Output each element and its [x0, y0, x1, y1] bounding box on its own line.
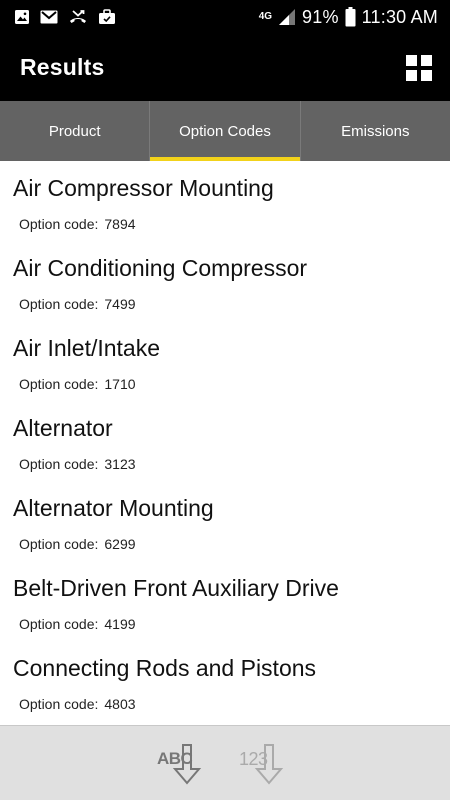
missed-call-icon	[68, 9, 88, 25]
sort-numeric-button[interactable]: 123	[239, 739, 293, 787]
list-item[interactable]: Alternator Mounting Option code: 6299	[0, 481, 450, 561]
app-bar: Results	[0, 34, 450, 101]
item-code-row: Option code: 1710	[19, 376, 136, 392]
sort-numeric-label: 123	[239, 749, 268, 769]
item-code-row: Option code: 7894	[19, 216, 136, 232]
item-title: Alternator Mounting	[13, 495, 214, 521]
list-item[interactable]: Air Conditioning Compressor Option code:…	[0, 241, 450, 321]
item-title: Belt-Driven Front Auxiliary Drive	[13, 575, 339, 601]
tab-label: Product	[48, 122, 101, 140]
signal-icon	[278, 8, 296, 26]
sort-alphabetical-button[interactable]: ABC	[157, 739, 211, 787]
item-title: Air Inlet/Intake	[13, 335, 161, 361]
item-code-value: 3123	[104, 456, 136, 472]
tab-bar: Product Option Codes Emissions	[0, 101, 450, 161]
item-code-value: 4803	[104, 696, 136, 712]
gmail-icon	[40, 10, 58, 24]
grid-view-icon	[406, 54, 432, 81]
notification-icons	[14, 9, 116, 25]
item-code-value: 7499	[104, 296, 136, 312]
tab-emissions[interactable]: Emissions	[299, 101, 450, 161]
network-4g-icon: 4G	[258, 11, 273, 22]
system-status: 4G 91% 11:30 AM	[259, 7, 438, 28]
tab-product[interactable]: Product	[0, 101, 149, 161]
sort-alphabetical-label: ABC	[157, 749, 193, 768]
item-code-value: 4199	[104, 616, 136, 632]
tab-label: Option Codes	[179, 122, 271, 140]
item-title: Air Conditioning Compressor	[13, 255, 308, 281]
battery-icon	[345, 7, 356, 27]
item-code-label: Option code:	[19, 616, 99, 632]
status-bar: 4G 91% 11:30 AM	[0, 0, 450, 34]
list-item[interactable]: Belt-Driven Front Auxiliary Drive Option…	[0, 561, 450, 641]
item-title: Connecting Rods and Pistons	[13, 655, 317, 681]
item-code-value: 6299	[104, 536, 136, 552]
battery-percentage: 91%	[302, 6, 339, 27]
item-code-row: Option code: 4199	[19, 616, 136, 632]
item-code-row: Option code: 7499	[19, 296, 136, 312]
item-code-label: Option code:	[19, 456, 99, 472]
item-title: Air Compressor Mounting	[13, 175, 274, 201]
item-code-row: Option code: 3123	[19, 456, 136, 472]
item-code-value: 7894	[104, 216, 136, 232]
tab-option-codes[interactable]: Option Codes	[149, 101, 300, 161]
briefcase-icon	[98, 9, 116, 25]
clock: 11:30 AM	[361, 6, 438, 27]
item-code-label: Option code:	[19, 296, 99, 312]
gallery-icon	[14, 9, 30, 25]
item-title: Alternator	[13, 415, 113, 441]
item-code-label: Option code:	[19, 376, 99, 392]
item-code-label: Option code:	[19, 536, 99, 552]
list-item[interactable]: Air Compressor Mounting Option code: 7894	[0, 161, 450, 241]
list-item[interactable]: Air Inlet/Intake Option code: 1710	[0, 321, 450, 401]
item-code-label: Option code:	[19, 696, 99, 712]
item-code-row: Option code: 4803	[19, 696, 136, 712]
item-code-label: Option code:	[19, 216, 99, 232]
list-item[interactable]: Connecting Rods and Pistons Option code:…	[0, 641, 450, 721]
sort-bar: ABC 123	[0, 725, 450, 800]
list-item[interactable]: Alternator Option code: 3123	[0, 401, 450, 481]
item-code-row: Option code: 6299	[19, 536, 136, 552]
tab-label: Emissions	[341, 122, 410, 140]
item-code-value: 1710	[104, 376, 136, 392]
page-title: Results	[20, 54, 105, 80]
option-codes-list[interactable]: Air Compressor Mounting Option code: 7894…	[0, 161, 450, 725]
grid-view-button[interactable]	[402, 51, 436, 85]
